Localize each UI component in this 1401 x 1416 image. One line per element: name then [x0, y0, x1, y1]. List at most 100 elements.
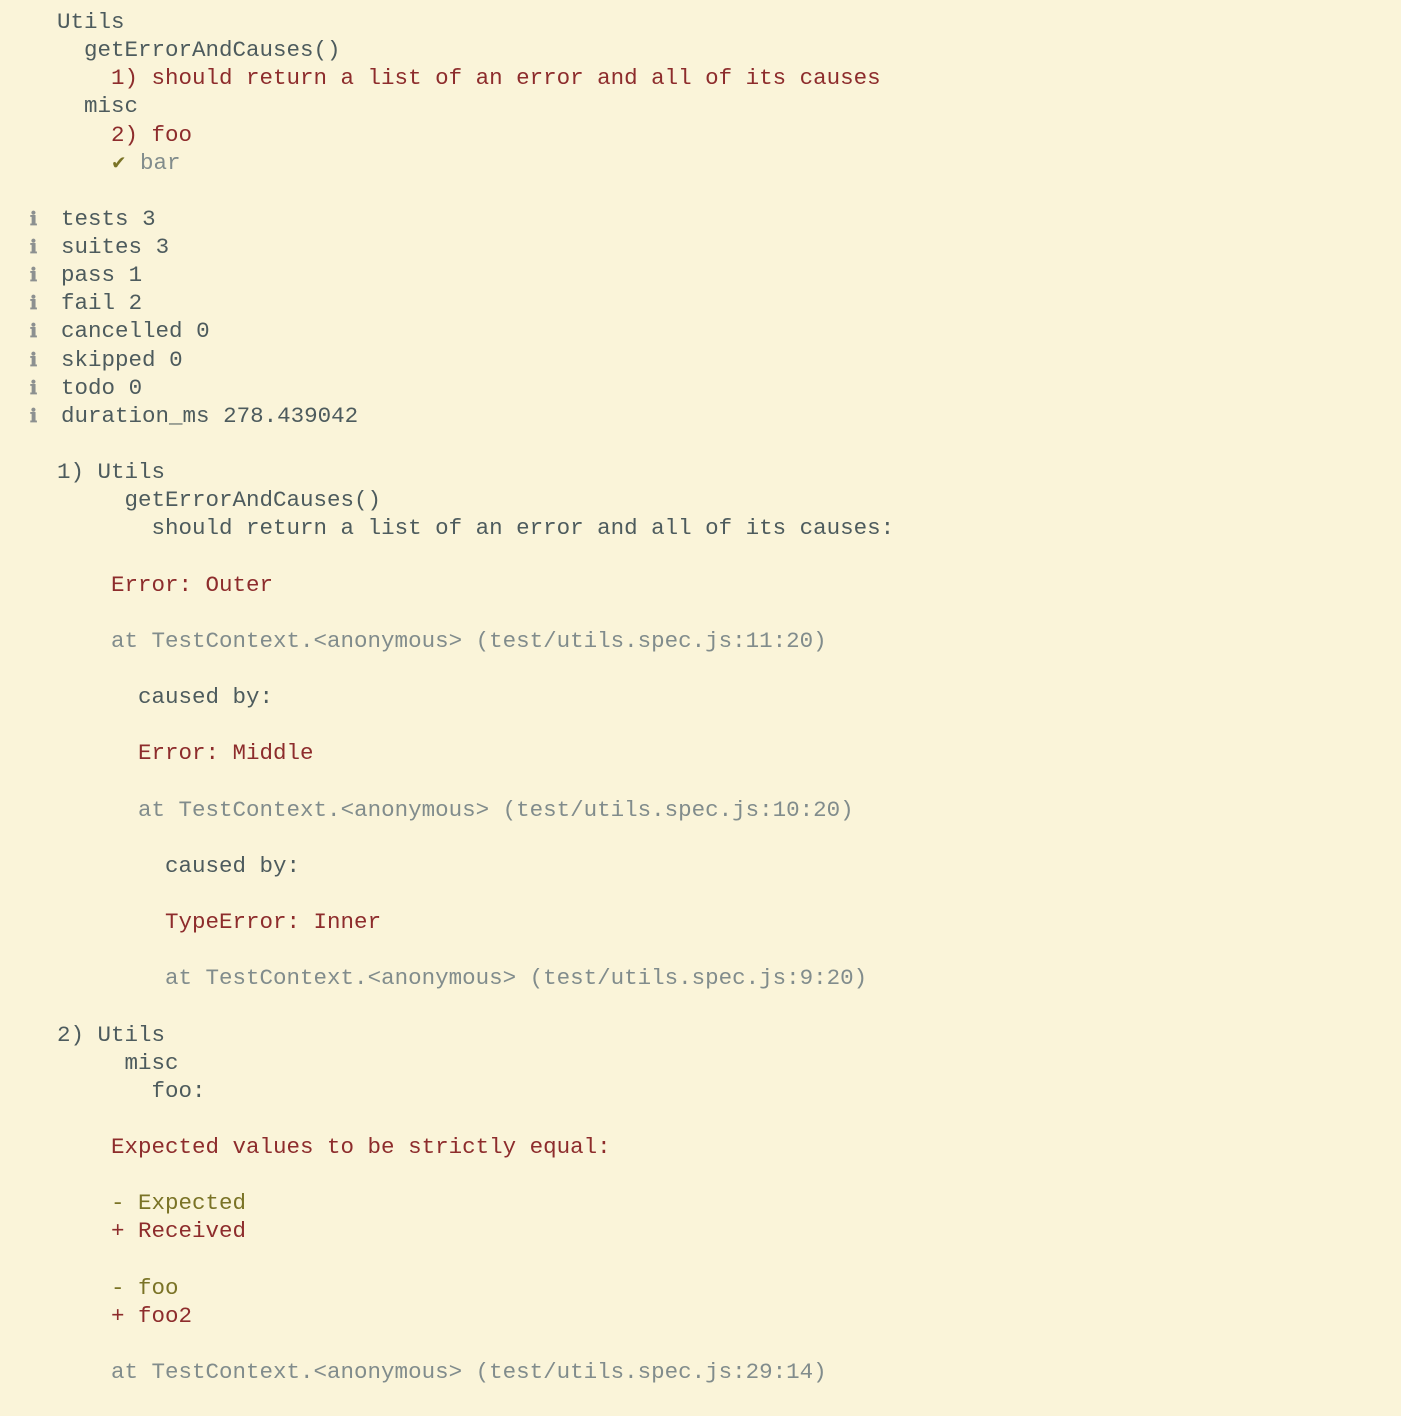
test-fail-2: 2) foo	[0, 121, 1401, 149]
failure-path: should return a list of an error and all…	[152, 515, 895, 541]
failure-2-received-header: + Received	[0, 1217, 1401, 1245]
blank	[0, 824, 1401, 852]
blank	[0, 767, 1401, 795]
caused-by-label: caused by:	[165, 853, 300, 879]
check-icon: ✔	[111, 154, 126, 175]
test-pass-bar: ✔ bar	[0, 149, 1401, 177]
stack-frame: at TestContext.<anonymous> (test/utils.s…	[111, 628, 827, 654]
stat-skipped: ℹ skipped 0	[0, 346, 1401, 374]
stat-label: todo	[61, 375, 115, 401]
caused-by-label: caused by:	[138, 684, 273, 710]
failure-path: Utils	[98, 459, 166, 485]
stack-frame: at TestContext.<anonymous> (test/utils.s…	[111, 1359, 827, 1385]
diff-received-value: + foo2	[111, 1303, 192, 1329]
failure-2-expected-header: - Expected	[0, 1189, 1401, 1217]
blank	[0, 542, 1401, 570]
suite-utils: Utils	[0, 8, 1401, 36]
test-name: bar	[140, 150, 181, 176]
group-misc: misc	[0, 92, 1401, 120]
diff-expected-value: - foo	[111, 1275, 179, 1301]
info-icon: ℹ	[30, 320, 48, 343]
suite-name: Utils	[57, 9, 125, 35]
blank	[0, 1246, 1401, 1274]
test-output: Utils getErrorAndCauses() 1) should retu…	[0, 0, 1401, 1416]
blank	[0, 430, 1401, 458]
info-icon: ℹ	[30, 208, 48, 231]
stat-value: 278.439042	[223, 403, 358, 429]
stat-cancelled: ℹ cancelled 0	[0, 317, 1401, 345]
failure-1-error-middle: Error: Middle	[0, 739, 1401, 767]
info-icon: ℹ	[30, 405, 48, 428]
stat-value: 2	[129, 290, 143, 316]
failure-1-caused-by-2: caused by:	[0, 852, 1401, 880]
stat-label: tests	[61, 206, 129, 232]
info-icon: ℹ	[30, 292, 48, 315]
group-getErrorAndCauses: getErrorAndCauses()	[0, 36, 1401, 64]
stack-frame: at TestContext.<anonymous> (test/utils.s…	[138, 797, 854, 823]
error-message: Expected values to be strictly equal:	[111, 1134, 611, 1160]
failure-1-path-3: should return a list of an error and all…	[0, 514, 1401, 542]
failure-number: 1)	[57, 459, 84, 485]
stat-label: cancelled	[61, 318, 183, 344]
blank	[0, 1161, 1401, 1189]
stat-pass: ℹ pass 1	[0, 261, 1401, 289]
blank	[0, 992, 1401, 1020]
failure-1-error-outer: Error: Outer	[0, 571, 1401, 599]
failure-1-stack-3: at TestContext.<anonymous> (test/utils.s…	[0, 964, 1401, 992]
failure-path: Utils	[98, 1022, 166, 1048]
failure-path: misc	[125, 1050, 179, 1076]
stat-value: 0	[129, 375, 143, 401]
stat-label: pass	[61, 262, 115, 288]
stat-duration: ℹ duration_ms 278.439042	[0, 402, 1401, 430]
diff-received-header: + Received	[111, 1218, 246, 1244]
stat-label: duration_ms	[61, 403, 210, 429]
stat-value: 0	[196, 318, 210, 344]
failure-2-path-2: misc	[0, 1049, 1401, 1077]
blank	[0, 655, 1401, 683]
blank	[0, 1105, 1401, 1133]
error-message: Error: Middle	[138, 740, 314, 766]
stat-value: 1	[129, 262, 143, 288]
stat-suites: ℹ suites 3	[0, 233, 1401, 261]
blank	[0, 936, 1401, 964]
failure-number: 2)	[57, 1022, 84, 1048]
stat-fail: ℹ fail 2	[0, 289, 1401, 317]
stack-frame: at TestContext.<anonymous> (test/utils.s…	[165, 965, 867, 991]
failure-1-error-inner: TypeError: Inner	[0, 908, 1401, 936]
blank	[0, 599, 1401, 627]
failure-2-expected-value: - foo	[0, 1274, 1401, 1302]
stat-todo: ℹ todo 0	[0, 374, 1401, 402]
stat-value: 3	[142, 206, 156, 232]
group-name: misc	[84, 93, 138, 119]
test-name: 1) should return a list of an error and …	[111, 65, 881, 91]
failure-1-header: 1) Utils	[0, 458, 1401, 486]
test-name: 2) foo	[111, 122, 192, 148]
blank	[0, 711, 1401, 739]
stat-value: 0	[169, 347, 183, 373]
info-icon: ℹ	[30, 264, 48, 287]
stat-tests: ℹ tests 3	[0, 205, 1401, 233]
failure-2-received-value: + foo2	[0, 1302, 1401, 1330]
failure-2-stack: at TestContext.<anonymous> (test/utils.s…	[0, 1358, 1401, 1386]
blank	[0, 880, 1401, 908]
stat-label: fail	[61, 290, 115, 316]
group-name: getErrorAndCauses()	[84, 37, 341, 63]
info-icon: ℹ	[30, 377, 48, 400]
failure-2-path-3: foo:	[0, 1077, 1401, 1105]
stat-value: 3	[156, 234, 170, 260]
info-icon: ℹ	[30, 236, 48, 259]
failure-2-message: Expected values to be strictly equal:	[0, 1133, 1401, 1161]
failure-1-caused-by-1: caused by:	[0, 683, 1401, 711]
failure-path: getErrorAndCauses()	[125, 487, 382, 513]
blank	[0, 177, 1401, 205]
failure-2-header: 2) Utils	[0, 1021, 1401, 1049]
error-message: Error: Outer	[111, 572, 273, 598]
stat-label: suites	[61, 234, 142, 260]
diff-expected-header: - Expected	[111, 1190, 246, 1216]
failure-1-path-2: getErrorAndCauses()	[0, 486, 1401, 514]
info-icon: ℹ	[30, 349, 48, 372]
stat-label: skipped	[61, 347, 156, 373]
blank	[0, 1330, 1401, 1358]
failure-path: foo:	[152, 1078, 206, 1104]
error-message: TypeError: Inner	[165, 909, 381, 935]
